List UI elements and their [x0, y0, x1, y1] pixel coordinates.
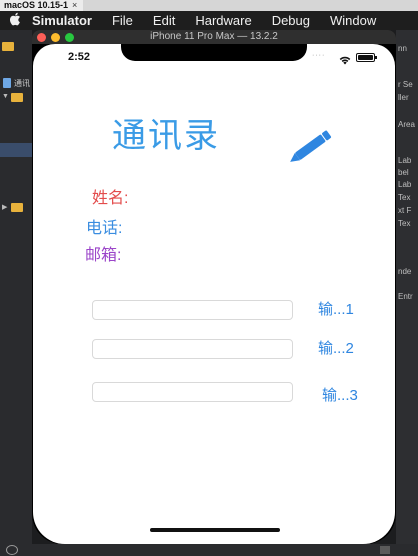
- folder-icon: [11, 93, 23, 102]
- navigator-row[interactable]: 通讯: [0, 76, 32, 90]
- menu-hardware[interactable]: Hardware: [195, 13, 251, 28]
- navigator-row-label: 通讯: [14, 79, 30, 88]
- phone-label: 电话:: [86, 220, 123, 237]
- disclosure-triangle-icon[interactable]: ▼: [2, 93, 9, 100]
- input-button-1[interactable]: 输...1: [318, 298, 354, 319]
- menu-bar: Simulator File Edit Hardware Debug Windo…: [0, 11, 418, 30]
- folder-icon: [2, 42, 14, 51]
- wifi-icon: [338, 52, 352, 70]
- simulator-titlebar: iPhone 11 Pro Max — 13.2.2: [32, 30, 396, 44]
- menu-file[interactable]: File: [112, 13, 133, 28]
- navigator-row-group[interactable]: ▼: [0, 90, 32, 104]
- apple-logo-icon[interactable]: [0, 12, 32, 29]
- project-navigator: 通讯 ▼ ▶: [0, 30, 32, 556]
- home-indicator[interactable]: [150, 528, 280, 532]
- inspector-text: r Se: [398, 80, 413, 89]
- battery-icon: [356, 53, 377, 62]
- menu-window[interactable]: Window: [330, 13, 376, 28]
- text-field-1[interactable]: [92, 300, 293, 320]
- phone-screen: 2:52 ···· 通讯录 姓名: 电话: 邮箱: 输...1 输...2 输.…: [33, 44, 395, 544]
- inspector-text: Lab: [398, 156, 412, 165]
- navigator-row-group[interactable]: ▶: [0, 200, 32, 214]
- navigator-row-selected[interactable]: [0, 143, 32, 157]
- vm-tab-bar: macOS 10.15-1 ×: [0, 0, 418, 11]
- inspector-text: Tex: [398, 193, 411, 202]
- panel-toggle-icon[interactable]: [380, 546, 390, 554]
- inspector-text: bel: [398, 168, 409, 177]
- vm-tab-title: macOS 10.15-1: [4, 0, 69, 10]
- simulator-title: iPhone 11 Pro Max — 13.2.2: [150, 31, 278, 42]
- input-button-2[interactable]: 输...2: [318, 337, 354, 358]
- filter-icon[interactable]: [6, 545, 18, 555]
- inspector-text: ller: [398, 93, 409, 102]
- inspector-panel: nn r Se ller Area Lab bel Lab Tex xt F T…: [396, 30, 418, 556]
- inspector-text: Tex: [398, 219, 411, 228]
- name-label: 姓名:: [92, 190, 129, 207]
- inspector-text: Entr: [398, 292, 413, 301]
- inspector-text: Lab: [398, 180, 412, 189]
- menu-debug[interactable]: Debug: [272, 13, 310, 28]
- close-icon[interactable]: ×: [72, 0, 77, 11]
- text-field-2[interactable]: [92, 339, 293, 359]
- folder-icon: [11, 203, 23, 212]
- notch: [121, 44, 307, 61]
- menu-edit[interactable]: Edit: [153, 13, 175, 28]
- inspector-text: nn: [398, 44, 407, 53]
- email-label: 邮箱:: [85, 247, 122, 264]
- menu-simulator[interactable]: Simulator: [32, 13, 92, 28]
- pencil-icon: [288, 130, 336, 167]
- bottom-bar: [0, 544, 418, 556]
- status-time: 2:52: [68, 51, 91, 63]
- simulator-window: iPhone 11 Pro Max — 13.2.2 2:52 ···· 通讯录: [32, 30, 396, 544]
- inspector-text: xt F: [398, 206, 412, 215]
- input-button-3[interactable]: 输...3: [322, 384, 358, 405]
- inspector-text: nde: [398, 267, 412, 276]
- text-field-3[interactable]: [92, 382, 293, 402]
- cellular-signal-icon: ····: [312, 52, 326, 59]
- disclosure-triangle-icon[interactable]: ▶: [2, 203, 7, 211]
- page-title: 通讯录: [112, 117, 220, 155]
- project-file-icon: [3, 78, 11, 88]
- inspector-text: Area: [398, 120, 415, 129]
- vm-tab[interactable]: macOS 10.15-1 ×: [0, 0, 84, 11]
